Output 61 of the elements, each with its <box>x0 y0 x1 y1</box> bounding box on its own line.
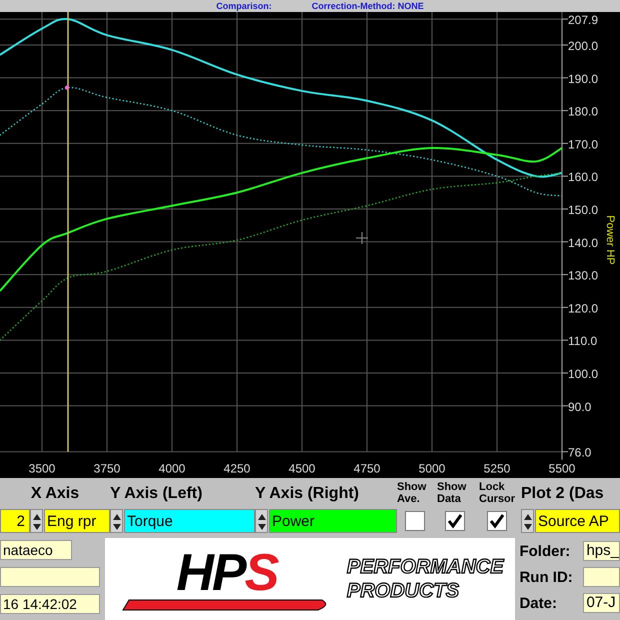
axis-heading: Y Axis (Right) <box>255 484 360 504</box>
spinner-control[interactable] <box>521 509 534 533</box>
checkbox-label: Show Ave. <box>397 481 428 506</box>
cursor-point <box>65 86 69 90</box>
text-field[interactable] <box>583 567 620 587</box>
x-tick-label: 3500 <box>28 462 56 476</box>
y-tick-label: 207.9 <box>568 13 598 28</box>
y-tick-label: 76.0 <box>568 446 592 460</box>
y-tick-label: 130.0 <box>568 268 598 283</box>
selector-field[interactable]: Torque <box>124 509 255 533</box>
y-tick-label: 200.0 <box>568 39 598 53</box>
crosshair-icon <box>356 232 368 244</box>
selector-field[interactable]: Source AP <box>535 509 620 533</box>
text-field[interactable]: hps_ <box>583 541 620 561</box>
text-field[interactable]: nataeco <box>0 540 72 560</box>
y-tick-label: 160.0 <box>568 170 598 184</box>
x-tick-label: 4000 <box>158 462 186 476</box>
correction-method-label: Correction-Method: NONE <box>312 0 424 12</box>
y-tick-label: 110.0 <box>568 334 598 348</box>
field-label: Folder: <box>519 542 572 560</box>
logo-text: HPS <box>176 547 278 599</box>
y-tick-label: 190.0 <box>568 72 598 86</box>
field-label: Run ID: <box>519 568 574 586</box>
x-tick-label: 4750 <box>354 462 380 476</box>
text-field[interactable]: 16 14:42:02 <box>0 594 100 614</box>
x-tick-label: 5250 <box>484 462 510 476</box>
spinner-control[interactable] <box>110 509 123 533</box>
checkmark-icon <box>447 513 463 529</box>
logo-tagline: PERFORMANCE <box>346 555 504 579</box>
x-tick-label: 5500 <box>548 462 576 476</box>
selector-field[interactable]: Power <box>269 509 397 533</box>
checkbox[interactable] <box>405 511 425 531</box>
spinner-control[interactable] <box>30 509 43 533</box>
checkbox-label: Lock Cursor <box>479 481 516 506</box>
selector-field[interactable]: Eng rpr <box>44 509 110 533</box>
checkbox-label: Show Data <box>437 481 468 506</box>
y-tick-label: 150.0 <box>568 203 598 217</box>
x-tick-label: 4250 <box>224 462 250 476</box>
logo-tagline: PRODUCTS <box>346 579 460 603</box>
axis-title: Power HP <box>604 215 616 265</box>
checkbox[interactable] <box>487 511 507 531</box>
text-field[interactable]: 07-J <box>583 593 620 613</box>
y-tick-label: 170.0 <box>568 137 598 152</box>
checkmark-icon <box>489 513 505 529</box>
y-tick-label: 120.0 <box>568 301 598 316</box>
x-tick-label: 5000 <box>418 462 446 476</box>
y-tick-label: 90.0 <box>568 400 592 414</box>
comparison-label: Comparison: <box>216 0 272 12</box>
axis-heading: X Axis <box>30 484 80 504</box>
checkbox[interactable] <box>445 511 465 531</box>
y-tick-label: 140.0 <box>568 236 598 250</box>
spinner-control[interactable] <box>255 509 268 533</box>
y-tick-label: 180.0 <box>568 104 598 119</box>
axis-heading: Y Axis (Left) <box>110 484 202 504</box>
x-tick-label: 4500 <box>288 462 316 476</box>
field-label: Date: <box>519 594 558 612</box>
plot-heading: Plot 2 (Das <box>521 484 604 504</box>
y-tick-label: 100.0 <box>568 367 598 381</box>
selector-field[interactable]: 2 <box>0 509 30 533</box>
x-tick-label: 3750 <box>94 462 120 476</box>
text-field[interactable] <box>0 567 100 587</box>
